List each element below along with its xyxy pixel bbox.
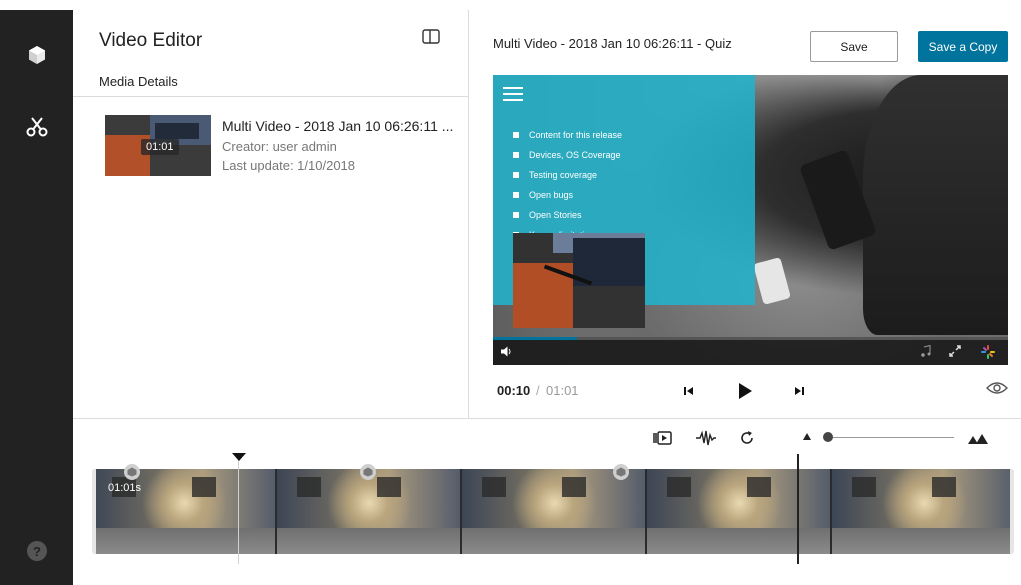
thumbnail-keyboard [155, 123, 199, 139]
eye-icon[interactable] [986, 380, 1008, 396]
timeline-track[interactable] [92, 469, 1014, 554]
quiz-marker-icon[interactable] [360, 464, 376, 480]
save-button[interactable]: Save [810, 31, 898, 62]
volume-icon[interactable] [501, 346, 513, 360]
timeline-clip [647, 469, 832, 554]
cube-icon[interactable] [26, 44, 48, 66]
timeline-clip [277, 469, 462, 554]
help-icon[interactable]: ? [27, 541, 47, 561]
slide-bullet: Open Stories [513, 205, 622, 225]
picture-in-picture [513, 233, 645, 328]
duration: 01:01 [546, 383, 579, 398]
waveform-icon[interactable] [695, 428, 717, 448]
step-back-button[interactable] [679, 381, 699, 401]
trim-handle-right[interactable] [1010, 469, 1014, 554]
slides-icon[interactable] [652, 428, 674, 448]
zoom-in-icon[interactable] [968, 431, 988, 444]
fullscreen-icon[interactable] [949, 345, 961, 360]
media-creator: Creator: user admin [222, 139, 337, 154]
divider [468, 10, 469, 418]
playhead-line [238, 460, 239, 564]
scissors-icon[interactable] [26, 116, 48, 138]
media-details-heading: Media Details [99, 74, 178, 89]
timeline-clip [462, 469, 647, 554]
clip-separator [830, 469, 832, 554]
media-title: Multi Video - 2018 Jan 10 06:26:11 ... [222, 118, 454, 134]
player-controlbar [493, 337, 1008, 365]
slide-bullet: Devices, OS Coverage [513, 145, 622, 165]
thumbnail-duration: 01:01 [141, 139, 179, 155]
end-marker[interactable] [797, 454, 799, 564]
loader-icon [981, 345, 995, 362]
video-title: Multi Video - 2018 Jan 10 06:26:11 - Qui… [493, 36, 732, 51]
media-thumbnail[interactable]: 01:01 [105, 115, 211, 176]
current-time: 00:10 [497, 383, 531, 398]
progress-fill [493, 337, 578, 340]
progress-bar[interactable] [493, 337, 1008, 340]
trim-handle-left[interactable] [92, 469, 96, 554]
panel-title: Video Editor [99, 30, 203, 51]
clip-separator [275, 469, 277, 554]
timeline-start-label: 01:01s [108, 482, 142, 494]
slide-bullets: Content for this release Devices, OS Cov… [513, 125, 622, 245]
time-separator: / [536, 383, 540, 398]
panel-toggle-icon[interactable] [422, 29, 440, 45]
save-copy-button[interactable]: Save a Copy [918, 31, 1008, 62]
quiz-marker-icon[interactable] [124, 464, 140, 480]
quiz-marker-icon[interactable] [613, 464, 629, 480]
zoom-slider[interactable] [826, 437, 954, 438]
video-player[interactable]: Content for this release Devices, OS Cov… [493, 75, 1008, 365]
slide-bullet: Open bugs [513, 185, 622, 205]
zoom-out-icon[interactable] [803, 433, 811, 440]
clip-separator [645, 469, 647, 554]
clip-separator [460, 469, 462, 554]
reset-icon[interactable] [736, 428, 758, 448]
slide-bullet: Content for this release [513, 125, 622, 145]
zoom-slider-handle[interactable] [823, 432, 833, 442]
left-rail: ? [0, 10, 73, 585]
video-person [863, 75, 1008, 335]
music-icon[interactable] [921, 344, 931, 360]
menu-icon[interactable] [503, 87, 523, 101]
playhead-handle[interactable] [232, 453, 246, 461]
play-button[interactable] [735, 381, 755, 401]
media-last-update: Last update: 1/10/2018 [222, 158, 356, 173]
step-forward-button[interactable] [789, 381, 809, 401]
timeline-clip [832, 469, 1014, 554]
divider [73, 96, 468, 97]
slide-bullet: Testing coverage [513, 165, 622, 185]
divider [73, 418, 1021, 419]
